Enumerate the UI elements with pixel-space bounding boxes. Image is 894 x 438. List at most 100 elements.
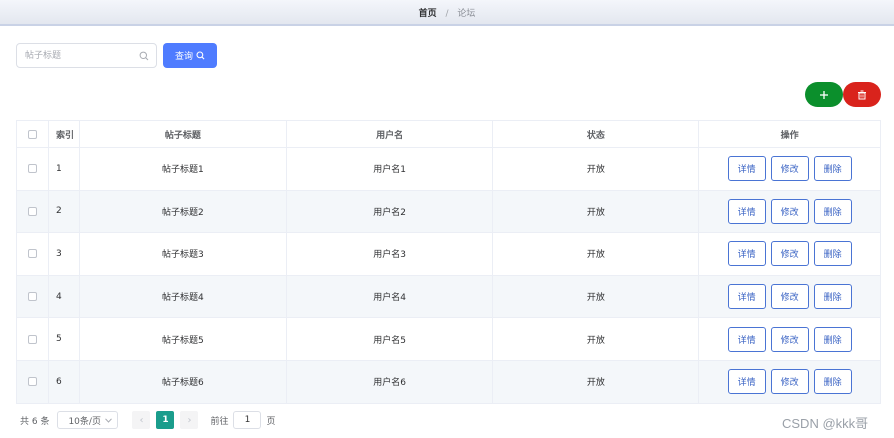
breadcrumb-separator: / xyxy=(445,8,449,19)
goto-label: 前往 xyxy=(210,416,229,427)
row-actions: 详情 修改 删除 xyxy=(699,360,882,403)
detail-button[interactable]: 详情 xyxy=(727,156,766,182)
row-checkbox-cell xyxy=(17,190,49,233)
header-checkbox-cell xyxy=(17,121,49,147)
breadcrumb: 首页 / 论坛 xyxy=(419,6,476,19)
edit-button[interactable]: 修改 xyxy=(770,284,809,310)
table-row: 6 帖子标题6 用户名6 开放 详情 修改 删除 xyxy=(17,360,882,404)
edit-button[interactable]: 修改 xyxy=(770,369,809,395)
row-title: 帖子标题1 xyxy=(80,148,287,190)
table-row: 5 帖子标题5 用户名5 开放 详情 修改 删除 xyxy=(17,318,882,361)
row-index: 2 xyxy=(49,190,80,233)
row-actions: 详情 修改 删除 xyxy=(699,190,882,233)
row-status: 开放 xyxy=(493,190,700,233)
plus-icon xyxy=(820,90,828,99)
chevron-down-icon xyxy=(105,417,113,423)
row-index: 4 xyxy=(49,275,80,318)
page-size-value: 10条/页 xyxy=(68,416,101,427)
row-index: 3 xyxy=(49,233,80,275)
add-button[interactable] xyxy=(805,82,843,107)
row-checkbox[interactable] xyxy=(27,334,37,344)
detail-button[interactable]: 详情 xyxy=(727,198,766,224)
row-checkbox[interactable] xyxy=(27,164,37,174)
next-page-button[interactable]: › xyxy=(180,411,199,429)
row-checkbox-cell xyxy=(17,275,49,318)
detail-button[interactable]: 详情 xyxy=(727,326,766,352)
row-username: 用户名6 xyxy=(287,360,494,403)
edit-button[interactable]: 修改 xyxy=(770,198,809,224)
search-icon xyxy=(139,51,149,61)
row-checkbox[interactable] xyxy=(27,292,37,302)
row-username: 用户名3 xyxy=(287,233,494,275)
column-header-username: 用户名 xyxy=(287,121,494,147)
column-header-index: 索引 xyxy=(49,121,80,147)
search-field[interactable] xyxy=(16,43,157,68)
row-username: 用户名2 xyxy=(287,190,494,233)
row-actions: 详情 修改 删除 xyxy=(699,318,882,360)
table-row: 2 帖子标题2 用户名2 开放 详情 修改 删除 xyxy=(17,190,882,234)
row-status: 开放 xyxy=(493,275,700,318)
query-button-label: 查询 xyxy=(174,52,193,62)
delete-button[interactable]: 删除 xyxy=(813,369,852,395)
row-username: 用户名5 xyxy=(287,318,494,360)
row-index: 6 xyxy=(49,360,80,403)
column-header-status: 状态 xyxy=(493,121,700,147)
header-bar: 首页 / 论坛 xyxy=(0,0,894,26)
pagination: 共 6 条 10条/页 ‹ 1 › 前往 页 xyxy=(20,411,275,429)
delete-button[interactable]: 删除 xyxy=(813,284,852,310)
table-row: 3 帖子标题3 用户名3 开放 详情 修改 删除 xyxy=(17,233,882,276)
row-status: 开放 xyxy=(493,318,700,360)
column-header-title: 帖子标题 xyxy=(80,121,287,147)
row-title: 帖子标题4 xyxy=(80,275,287,318)
row-checkbox-cell xyxy=(17,318,49,360)
row-status: 开放 xyxy=(493,233,700,275)
row-checkbox-cell xyxy=(17,360,49,403)
edit-button[interactable]: 修改 xyxy=(770,156,809,182)
prev-page-button[interactable]: ‹ xyxy=(132,411,151,429)
row-checkbox[interactable] xyxy=(27,206,37,216)
query-button[interactable]: 查询 xyxy=(163,43,217,68)
row-checkbox[interactable] xyxy=(27,249,37,259)
row-actions: 详情 修改 删除 xyxy=(699,148,882,190)
row-title: 帖子标题2 xyxy=(80,190,287,233)
row-status: 开放 xyxy=(493,360,700,403)
row-actions: 详情 修改 删除 xyxy=(699,233,882,275)
page-number-current[interactable]: 1 xyxy=(156,411,175,429)
row-checkbox-cell xyxy=(17,148,49,190)
column-header-actions: 操作 xyxy=(699,121,882,147)
page-size-select[interactable]: 10条/页 xyxy=(57,411,119,429)
trash-icon xyxy=(858,90,866,99)
row-index: 5 xyxy=(49,318,80,360)
batch-delete-button[interactable] xyxy=(843,82,881,107)
breadcrumb-current: 论坛 xyxy=(457,8,476,19)
forum-table: 索引 帖子标题 用户名 状态 操作 1 帖子标题1 用户名1 开放 详情 修改 删除 2 帖子标… xyxy=(16,120,882,404)
delete-button[interactable]: 删除 xyxy=(813,241,852,267)
row-actions: 详情 修改 删除 xyxy=(699,275,882,318)
row-title: 帖子标题6 xyxy=(80,360,287,403)
breadcrumb-home[interactable]: 首页 xyxy=(419,9,437,19)
table-header-row: 索引 帖子标题 用户名 状态 操作 xyxy=(17,121,882,148)
row-title: 帖子标题3 xyxy=(80,233,287,275)
detail-button[interactable]: 详情 xyxy=(727,284,766,310)
delete-button[interactable]: 删除 xyxy=(813,326,852,352)
row-title: 帖子标题5 xyxy=(80,318,287,360)
row-index: 1 xyxy=(49,148,80,190)
edit-button[interactable]: 修改 xyxy=(770,241,809,267)
detail-button[interactable]: 详情 xyxy=(727,241,766,267)
edit-button[interactable]: 修改 xyxy=(770,326,809,352)
detail-button[interactable]: 详情 xyxy=(727,369,766,395)
table-row: 1 帖子标题1 用户名1 开放 详情 修改 删除 xyxy=(17,148,882,191)
goto-suffix: 页 xyxy=(266,416,276,427)
select-all-checkbox[interactable] xyxy=(27,129,37,139)
watermark: CSDN @kkk哥 xyxy=(782,416,869,431)
delete-button[interactable]: 删除 xyxy=(813,198,852,224)
row-checkbox[interactable] xyxy=(27,377,37,387)
search-icon xyxy=(196,51,205,60)
goto-page-input[interactable] xyxy=(233,411,262,429)
pagination-total: 共 6 条 xyxy=(20,416,50,427)
delete-button[interactable]: 删除 xyxy=(813,156,852,182)
row-username: 用户名4 xyxy=(287,275,494,318)
search-input[interactable] xyxy=(25,48,135,64)
row-username: 用户名1 xyxy=(287,148,494,190)
table-row: 4 帖子标题4 用户名4 开放 详情 修改 删除 xyxy=(17,275,882,319)
